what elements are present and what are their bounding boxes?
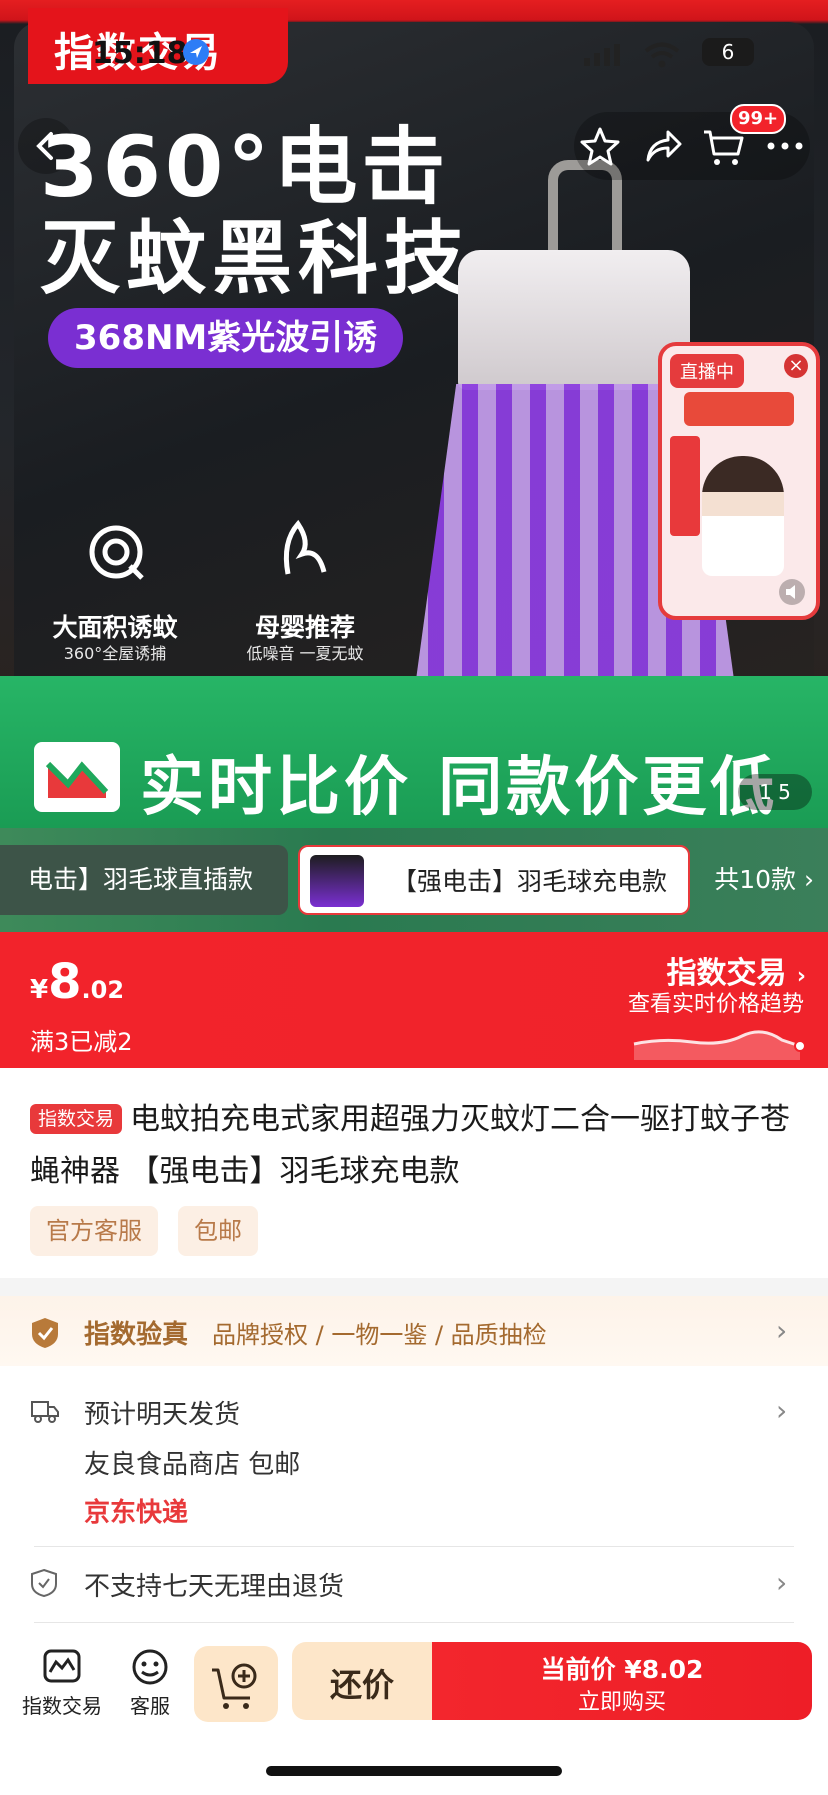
variant-count: 共10款 bbox=[714, 865, 797, 894]
feature-title-2: 母婴推荐 bbox=[254, 613, 355, 642]
authenticity-desc: 品牌授权 / 一物一鉴 / 品质抽检 bbox=[212, 1321, 547, 1349]
shield-check-icon bbox=[32, 1318, 58, 1348]
tag-free-shipping[interactable]: 包邮 bbox=[178, 1206, 258, 1256]
chevron-right-icon: › bbox=[776, 1314, 788, 1347]
divider bbox=[34, 1622, 794, 1623]
divider bbox=[34, 1546, 794, 1547]
share-icon[interactable] bbox=[640, 124, 684, 168]
chevron-right-icon[interactable]: › bbox=[776, 1394, 787, 1427]
truck-icon bbox=[31, 1401, 59, 1423]
signal-icon bbox=[584, 44, 620, 66]
variant-chip-selected[interactable]: 【强电击】羽毛球充电款 bbox=[298, 845, 690, 915]
product-title: 电蚊拍充电式家用超强力灭蚊灯二合一驱打蚊子苍蝇神器 【强电击】羽毛球充电款 bbox=[30, 1102, 791, 1189]
haggle-label: 还价 bbox=[329, 1666, 394, 1704]
return-policy[interactable]: 不支持七天无理由退货 bbox=[84, 1566, 344, 1603]
feature-sub-1: 360°全屋诱捕 bbox=[63, 644, 167, 663]
customer-service-icon[interactable] bbox=[130, 1648, 170, 1686]
courier-name: 京东快递 bbox=[84, 1498, 189, 1528]
add-to-cart-button[interactable] bbox=[194, 1646, 278, 1722]
live-banner bbox=[684, 392, 794, 426]
mute-icon[interactable] bbox=[778, 578, 806, 606]
live-tag: 直播中 bbox=[670, 354, 744, 388]
target-icon bbox=[89, 525, 144, 580]
index-logo-icon bbox=[34, 742, 120, 812]
star-icon[interactable] bbox=[578, 124, 622, 168]
chevron-right-icon: › bbox=[804, 865, 814, 894]
live-sign bbox=[670, 436, 700, 536]
title-badge: 指数交易 bbox=[30, 1104, 123, 1134]
product-title-block: 指数交易 电蚊拍充电式家用超强力灭蚊灯二合一驱打蚊子苍蝇神器 【强电击】羽毛球充电… bbox=[30, 1094, 800, 1198]
chevron-right-icon: › bbox=[776, 1566, 788, 1599]
service-label[interactable]: 客服 bbox=[110, 1690, 190, 1719]
leaf-icon bbox=[283, 519, 327, 575]
live-host bbox=[702, 456, 784, 576]
feature-title-1: 大面积诱蚊 bbox=[52, 613, 178, 642]
image-page-counter: 1 5 bbox=[738, 774, 812, 810]
variant-strip: 电击】羽毛球直插款 【强电击】羽毛球充电款 共10款 › bbox=[0, 828, 828, 932]
more-icon[interactable] bbox=[762, 124, 808, 168]
location-icon bbox=[183, 39, 209, 65]
delivery-estimate: 预计明天发货 bbox=[84, 1400, 241, 1430]
battery-indicator: 6 bbox=[702, 38, 754, 66]
price-decimal: .02 bbox=[81, 976, 125, 1004]
current-price: ¥8.02 bbox=[30, 954, 124, 1010]
variant-chip-label: 【强电击】羽毛球充电款 bbox=[392, 867, 668, 896]
lamp-cap bbox=[458, 250, 690, 390]
exchange-icon[interactable] bbox=[42, 1648, 82, 1686]
wifi-icon bbox=[644, 42, 680, 68]
section-separator bbox=[0, 1278, 828, 1296]
variant-count-link[interactable]: 共10款 › bbox=[714, 845, 814, 915]
price-compare-text: 实时比价 同款价更低 bbox=[140, 751, 779, 825]
shield-icon bbox=[31, 1568, 57, 1598]
authenticity-title: 指数验真 bbox=[84, 1320, 189, 1350]
variant-thumbnail bbox=[310, 855, 364, 907]
home-indicator bbox=[266, 1766, 562, 1776]
price-integer: 8 bbox=[48, 954, 82, 1010]
buy-now-button[interactable]: 当前价 ¥8.02 立即购买 bbox=[432, 1642, 812, 1720]
feature-sub-2: 低噪音 一夏无蚊 bbox=[246, 644, 364, 663]
hero-headline-2: 灭蚊黑科技 bbox=[40, 212, 470, 305]
variant-chip[interactable]: 电击】羽毛球直插款 bbox=[0, 845, 288, 915]
price-trend-link[interactable]: 查看实时价格趋势 bbox=[628, 986, 804, 1018]
buy-now-label: 立即购买 bbox=[577, 1690, 666, 1715]
seller-shipping: 友良食品商店 包邮 bbox=[84, 1450, 301, 1480]
close-icon[interactable]: × bbox=[784, 354, 808, 378]
live-stream-window[interactable]: 直播中 × bbox=[658, 342, 820, 620]
price-currency: ¥ bbox=[30, 975, 49, 1005]
status-time: 15:18 bbox=[92, 36, 188, 71]
tag-official-service[interactable]: 官方客服 bbox=[30, 1206, 158, 1256]
add-cart-icon bbox=[212, 1663, 257, 1709]
price-trend-sparkline bbox=[633, 1030, 806, 1060]
promo-text: 满3已减2 bbox=[30, 1028, 133, 1056]
haggle-button[interactable]: 还价 bbox=[292, 1642, 432, 1720]
hero-pill: 368NM紫光波引诱 bbox=[48, 308, 404, 368]
buy-price-label: 当前价 ¥8.02 bbox=[540, 1655, 704, 1684]
exchange-label[interactable]: 指数交易 bbox=[20, 1690, 104, 1719]
